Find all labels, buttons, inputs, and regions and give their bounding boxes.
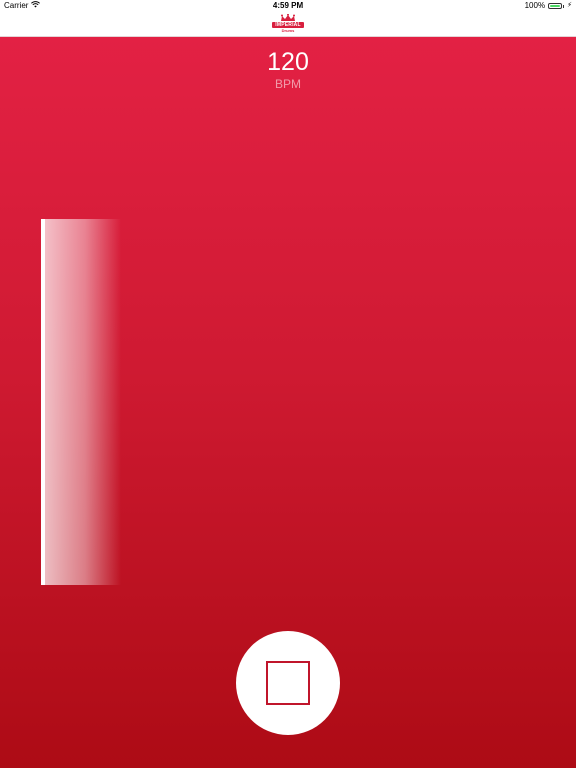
charging-bolt-icon: ⚡ bbox=[567, 2, 572, 9]
metronome-panel: 120 BPM bbox=[0, 37, 576, 768]
header-bar: IMPERIAL Drums bbox=[0, 12, 576, 37]
status-time: 4:59 PM bbox=[272, 1, 304, 10]
tempo-unit-label: BPM bbox=[274, 77, 301, 91]
battery-percent: 100% bbox=[524, 1, 546, 10]
battery-icon bbox=[548, 3, 563, 9]
battery-level-fill bbox=[550, 5, 561, 7]
beat-indicator bbox=[41, 219, 121, 585]
tempo-value[interactable]: 120 bbox=[0, 47, 576, 77]
status-right: 100% ⚡ bbox=[525, 0, 572, 12]
logo-subtitle: Drums bbox=[281, 28, 295, 33]
battery-cap bbox=[563, 4, 565, 8]
beat-indicator-edge bbox=[41, 219, 45, 585]
crown-icon bbox=[281, 14, 295, 21]
stop-button[interactable] bbox=[236, 631, 340, 735]
stop-icon bbox=[266, 661, 310, 705]
status-bar: Carrier 4:59 PM 100% ⚡ bbox=[0, 0, 576, 12]
brand-logo: IMPERIAL Drums bbox=[272, 14, 304, 35]
app-screen: Carrier 4:59 PM 100% ⚡ IMPERIAL Drums 12… bbox=[0, 0, 576, 768]
